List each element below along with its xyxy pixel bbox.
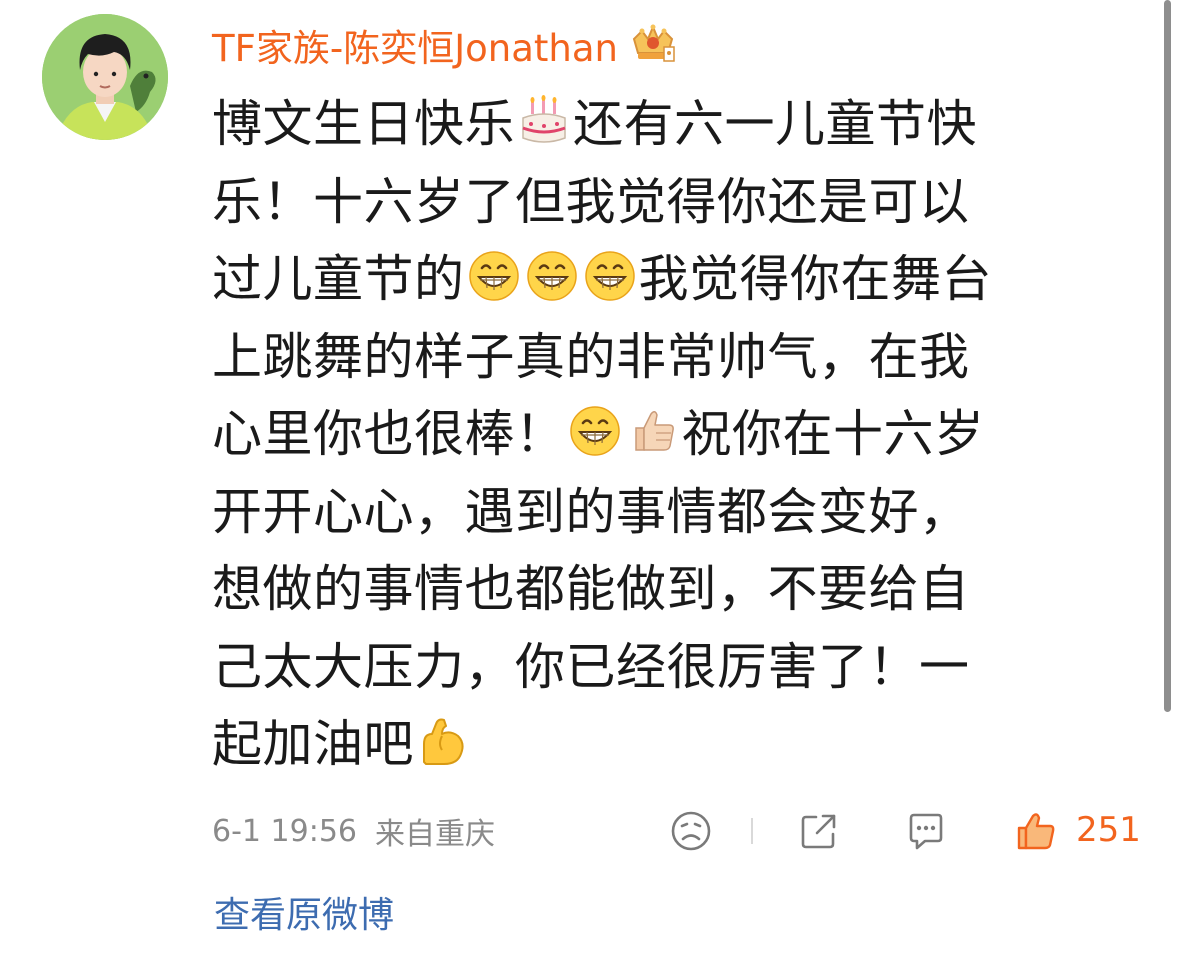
username[interactable]: TF家族-陈奕恒Jonathan [212,18,618,72]
comment-line: 心里你也很棒！ 祝你在十六岁 [212,396,1112,474]
thumbs-up-emoji [626,403,680,457]
action-bar: 251 [665,804,1145,856]
view-original-link[interactable]: 查看原微博 [214,886,394,938]
comment-text: 博文生日快乐 还有六一儿童节快乐！十六岁了但我觉得你还是可以 过儿童节的 我觉得你在舞… [212,86,1112,784]
username-row: TF家族-陈奕恒Jonathan [212,20,678,70]
grinning-face-emoji [568,403,622,457]
thumbs-up-icon[interactable] [1013,808,1059,854]
comment-text-segment: 过儿童节的 [212,250,465,308]
comment-text-segment: 起加油吧 [212,715,414,773]
comment-bubble-icon[interactable] [903,808,949,854]
comment-line: 博文生日快乐 还有六一儿童节快 [212,86,1112,164]
sad-face-icon[interactable] [668,808,714,854]
comment-text-segment: 心里你也很棒！ [212,405,566,463]
comment-line: 起加油吧 [212,706,1112,784]
comment-line: 开开心心，遇到的事情都会变好， [212,474,1112,552]
comment-text-segment: 己太大压力，你已经很厉害了！一 [212,637,970,696]
comment-line: 想做的事情也都能做到，不要给自 [212,551,1112,629]
flexed-biceps-emoji [416,713,470,767]
comment-line: 己太大压力，你已经很厉害了！一 [212,629,1112,707]
scrollbar[interactable] [1164,0,1171,712]
comment-text-segment: 祝你在十六岁 [681,405,985,463]
location: 来自重庆 [375,817,495,852]
crown-badge-icon[interactable] [628,23,678,67]
comment-text-segment: 上跳舞的样子真的非常帅气，在我 [212,327,970,386]
comment-line: 乐！十六岁了但我觉得你还是可以 [212,164,1112,242]
grinning-face-emoji [583,248,637,302]
comment-text-segment: 我觉得你在舞台 [638,250,992,308]
user-avatar[interactable] [42,14,168,140]
comment-meta: 6-1 19:56 来自重庆 [212,808,495,854]
action-divider [751,818,753,844]
timestamp: 6-1 19:56 [212,813,357,849]
share-icon[interactable] [796,808,842,854]
comment-line: 过儿童节的 我觉得你在舞台 [212,241,1112,319]
like-count: 251 [1076,810,1141,850]
grinning-face-emoji [525,248,579,302]
comment-line: 上跳舞的样子真的非常帅气，在我 [212,319,1112,397]
comment-text-segment: 想做的事情也都能做到，不要给自 [212,560,970,618]
comment-text-segment: 博文生日快乐 [212,95,515,153]
birthday-cake-emoji [517,93,571,147]
comment-text-segment: 还有六一儿童节快 [573,95,977,153]
grinning-face-emoji [467,248,521,302]
comment-text-segment: 乐！十六岁了但我觉得你还是可以 [212,172,970,231]
comment-text-segment: 开开心心，遇到的事情都会变好， [212,482,970,541]
